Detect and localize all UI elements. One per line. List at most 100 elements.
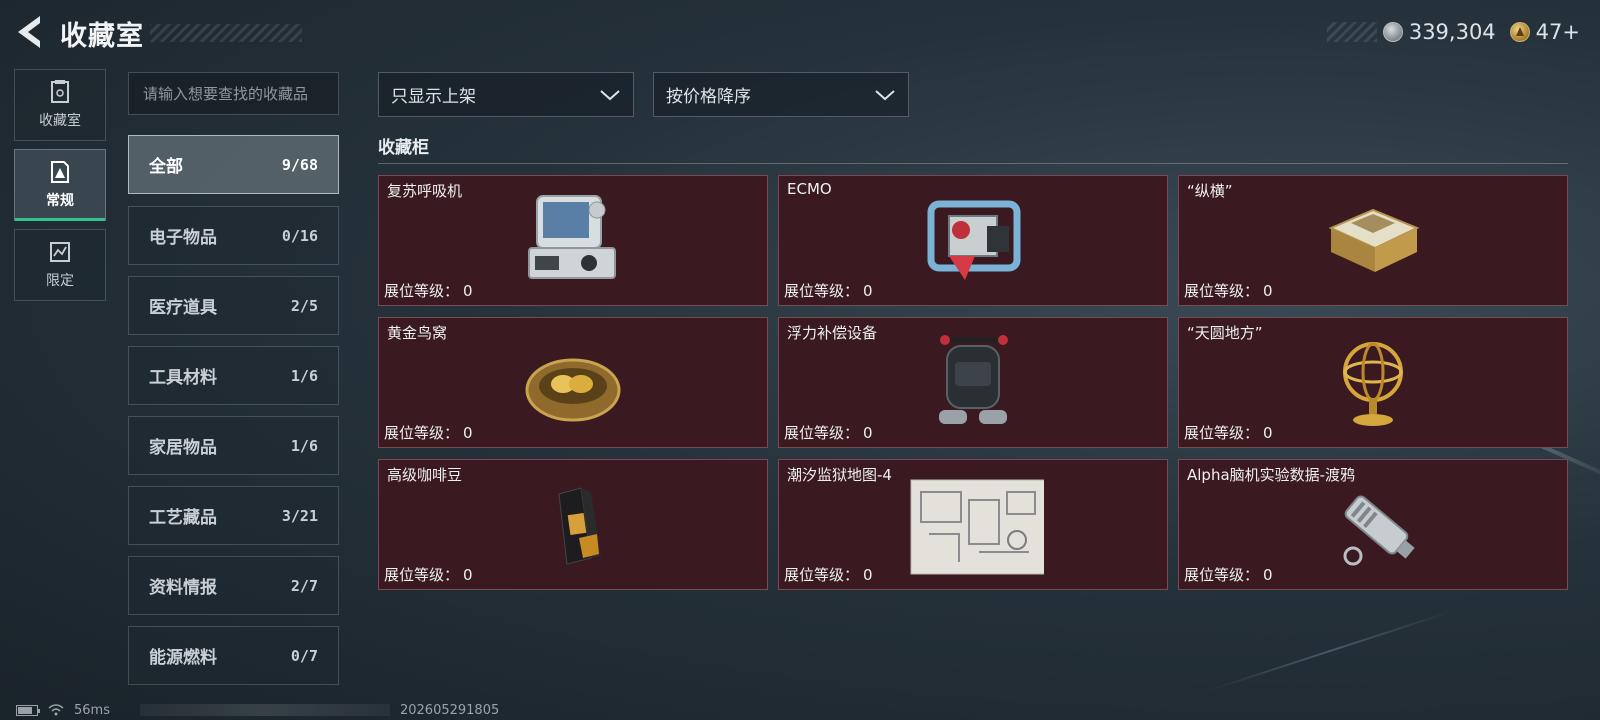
- category-name: 资料情报: [149, 578, 217, 598]
- category-count: 3/21: [281, 506, 318, 525]
- nav-item-collection[interactable]: 收藏室: [14, 69, 106, 141]
- booth-level: 展位等级： 0: [384, 564, 473, 585]
- ticket-balance[interactable]: 47+: [1536, 20, 1580, 44]
- buoyancy-device-icon: [939, 335, 1008, 424]
- currency-bar: 339,304 47+: [1326, 18, 1580, 46]
- blurred-id-bar: [139, 704, 390, 716]
- category-count: 1/6: [290, 366, 318, 385]
- category-electronics[interactable]: 电子物品 0/16: [128, 206, 339, 265]
- category-intel[interactable]: 资料情报 2/7: [128, 556, 339, 615]
- data-drive-icon: [1343, 495, 1415, 566]
- booth-level-label: 展位等级：: [384, 282, 460, 300]
- collection-item-card[interactable]: 复苏呼吸机 展位等级： 0: [378, 175, 768, 306]
- silver-coin-icon: [1382, 22, 1403, 42]
- booth-level-label: 展位等级：: [784, 282, 860, 300]
- category-name: 全部: [149, 157, 183, 177]
- listing-filter-dropdown[interactable]: 只显示上架: [378, 72, 634, 117]
- category-medical[interactable]: 医疗道具 2/5: [128, 276, 339, 335]
- armillary-sphere-icon: [1343, 342, 1403, 426]
- category-name: 电子物品: [149, 228, 217, 248]
- category-name: 家居物品: [149, 438, 217, 458]
- item-name: 浮力补偿设备: [787, 324, 878, 342]
- category-count: 0/7: [290, 646, 318, 665]
- booth-level-label: 展位等级：: [784, 566, 860, 584]
- category-crafts[interactable]: 工艺藏品 3/21: [128, 486, 339, 545]
- item-name: 高级咖啡豆: [387, 466, 463, 484]
- nav-label: 限定: [46, 273, 74, 289]
- category-count: 1/6: [290, 436, 318, 455]
- chevron-down-icon: [875, 89, 895, 100]
- booth-level-label: 展位等级：: [784, 424, 860, 442]
- category-name: 医疗道具: [149, 298, 217, 318]
- background-streak: [1206, 609, 1454, 693]
- search-input[interactable]: [128, 72, 339, 115]
- collection-icon: [51, 80, 69, 103]
- item-name: ECMO: [787, 180, 832, 198]
- booth-level-value: 0: [863, 282, 873, 300]
- collection-item-card[interactable]: 高级咖啡豆 展位等级： 0: [378, 459, 768, 590]
- booth-level-label: 展位等级：: [1184, 566, 1260, 584]
- sort-dropdown[interactable]: 按价格降序: [653, 72, 909, 117]
- category-name: 工具材料: [149, 368, 217, 388]
- booth-level-value: 0: [463, 282, 473, 300]
- section-title: 收藏柜: [378, 138, 429, 158]
- back-button[interactable]: [14, 14, 46, 50]
- category-name: 工艺藏品: [149, 508, 217, 528]
- category-household[interactable]: 家居物品 1/6: [128, 416, 339, 475]
- collection-item-card[interactable]: “纵横” 展位等级： 0: [1178, 175, 1568, 306]
- back-arrow-icon: [18, 16, 40, 48]
- booth-level: 展位等级： 0: [784, 280, 873, 301]
- booth-level-value: 0: [463, 566, 473, 584]
- collection-item-card[interactable]: 浮力补偿设备 展位等级： 0: [778, 317, 1168, 448]
- nav-label: 常规: [46, 193, 74, 209]
- gold-ticket-icon: [1509, 22, 1530, 42]
- item-name: “天圆地方”: [1187, 324, 1263, 342]
- booth-level-label: 展位等级：: [1184, 282, 1260, 300]
- booth-level-label: 展位等级：: [384, 424, 460, 442]
- ventilator-icon: [528, 195, 616, 279]
- booth-level: 展位等级： 0: [1184, 422, 1273, 443]
- collection-item-card[interactable]: Alpha脑机实验数据-渡鸦 展位等级： 0: [1178, 459, 1568, 590]
- prison-map-icon: [910, 479, 1044, 575]
- collection-item-card[interactable]: “天圆地方” 展位等级： 0: [1178, 317, 1568, 448]
- coffee-bag-icon: [558, 487, 601, 565]
- listing-filter-value: 只显示上架: [391, 87, 476, 107]
- booth-level-value: 0: [863, 566, 873, 584]
- category-fuel[interactable]: 能源燃料 0/7: [128, 626, 339, 685]
- sort-value: 按价格降序: [666, 87, 751, 107]
- chess-box-icon: [1328, 208, 1420, 272]
- coin-balance: 339,304: [1408, 20, 1496, 44]
- booth-level: 展位等级： 0: [784, 564, 873, 585]
- title-decoration: [150, 24, 302, 42]
- currency-decoration: [1326, 22, 1377, 42]
- item-name: 潮汐监狱地图-4: [787, 466, 892, 484]
- nav-label: 收藏室: [39, 113, 81, 129]
- nav-item-regular[interactable]: 常规: [14, 149, 106, 221]
- booth-level-value: 0: [463, 424, 473, 442]
- booth-level-value: 0: [1263, 282, 1273, 300]
- category-all[interactable]: 全部 9/68: [128, 135, 339, 194]
- limited-icon: [50, 242, 70, 262]
- booth-level-label: 展位等级：: [384, 566, 460, 584]
- battery-icon: [16, 704, 40, 716]
- booth-level-value: 0: [1263, 566, 1273, 584]
- collection-item-card[interactable]: ECMO 展位等级： 0: [778, 175, 1168, 306]
- nav-item-limited[interactable]: 限定: [14, 229, 106, 301]
- item-name: 黄金鸟窝: [387, 324, 448, 342]
- page-title: 收藏室: [60, 21, 144, 52]
- booth-level-label: 展位等级：: [1184, 424, 1260, 442]
- collection-item-card[interactable]: 潮汐监狱地图-4 展位等级： 0: [778, 459, 1168, 590]
- booth-level: 展位等级： 0: [1184, 564, 1273, 585]
- collection-item-card[interactable]: 黄金鸟窝 展位等级： 0: [378, 317, 768, 448]
- ecmo-device-icon: [927, 200, 1021, 280]
- category-count: 0/16: [281, 226, 318, 245]
- category-count: 2/5: [290, 296, 318, 315]
- category-name: 能源燃料: [149, 648, 217, 668]
- wifi-icon: [48, 704, 64, 716]
- item-name: “纵横”: [1187, 182, 1233, 200]
- category-count: 9/68: [281, 155, 318, 174]
- booth-level: 展位等级： 0: [1184, 280, 1273, 301]
- category-tools[interactable]: 工具材料 1/6: [128, 346, 339, 405]
- regular-icon: [51, 161, 69, 183]
- booth-level: 展位等级： 0: [384, 422, 473, 443]
